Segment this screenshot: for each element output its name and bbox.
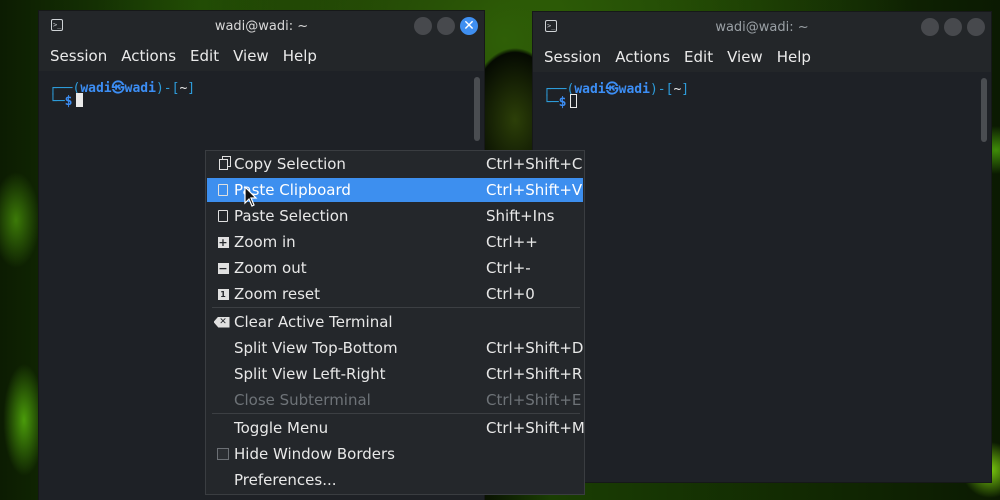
scrollbar[interactable] [474, 77, 480, 141]
terminal-app-icon[interactable]: >_ [545, 20, 557, 32]
menu-help[interactable]: Help [276, 42, 324, 70]
menu-bar: Session Actions Edit View Help [533, 43, 991, 71]
prompt-dir: ~ [673, 82, 682, 97]
prompt-symbol: $ [558, 95, 567, 110]
zoom-out-icon: − [217, 261, 229, 275]
prompt-host: wadi [618, 82, 650, 97]
menu-item-toggle-menu[interactable]: Toggle Menu Ctrl+Shift+M [207, 416, 585, 440]
mouse-pointer-icon [244, 185, 258, 207]
close-button[interactable] [967, 18, 985, 36]
terminal-app-icon[interactable]: >_ [51, 19, 63, 31]
text-cursor [570, 94, 578, 108]
close-button[interactable]: ✕ [460, 17, 478, 35]
paste-icon [218, 210, 228, 222]
menu-actions[interactable]: Actions [114, 42, 183, 70]
menu-help[interactable]: Help [770, 43, 818, 71]
prompt-user: wadi [574, 82, 606, 97]
menu-item-split-left-right[interactable]: Split View Left-Right Ctrl+Shift+R [207, 362, 583, 386]
prompt-line-2: └─$ [49, 93, 84, 109]
menu-edit[interactable]: Edit [183, 42, 226, 70]
maximize-button[interactable] [437, 17, 455, 35]
terminal-area[interactable]: ┌──(wadi㉿wadi)-[~] └─$ [533, 72, 991, 482]
menu-item-clear-active-terminal[interactable]: ✕ Clear Active Terminal [207, 310, 583, 334]
menu-item-paste-clipboard[interactable]: Paste Clipboard Ctrl+Shift+V [207, 178, 583, 202]
zoom-in-icon: + [217, 235, 229, 249]
window-title: wadi@wadi: ~ [214, 18, 309, 34]
scrollbar[interactable] [981, 78, 987, 142]
menu-actions[interactable]: Actions [608, 43, 677, 71]
menu-separator [212, 307, 580, 308]
title-bar[interactable]: >_ wadi@wadi: ~ ✕ [39, 11, 484, 41]
menu-bar: Session Actions Edit View Help [39, 42, 484, 70]
menu-separator [212, 413, 580, 414]
menu-item-close-subterminal: Close Subterminal Ctrl+Shift+E [234, 391, 582, 409]
menu-item-hide-window-borders[interactable]: Hide Window Borders [207, 442, 583, 466]
paste-icon [218, 184, 228, 196]
menu-view[interactable]: View [720, 43, 770, 71]
terminal-window-right[interactable]: >_ wadi@wadi: ~ Session Actions Edit Vie… [533, 12, 991, 482]
menu-session[interactable]: Session [43, 42, 114, 70]
prompt-symbol: $ [64, 94, 73, 109]
prompt-dir: ~ [179, 81, 188, 96]
maximize-button[interactable] [944, 18, 962, 36]
menu-edit[interactable]: Edit [677, 43, 720, 71]
prompt-line-2: └─$ [543, 94, 578, 110]
menu-item-zoom-reset[interactable]: 1 Zoom reset Ctrl+0 [207, 282, 583, 306]
prompt-user: wadi [80, 81, 112, 96]
menu-item-preferences[interactable]: Preferences... [207, 468, 583, 492]
menu-view[interactable]: View [226, 42, 276, 70]
menu-item-copy-selection[interactable]: Copy Selection Ctrl+Shift+C [207, 152, 583, 176]
copy-icon [218, 158, 228, 170]
checkbox-icon[interactable] [217, 448, 229, 460]
window-title: wadi@wadi: ~ [715, 19, 809, 35]
menu-item-zoom-out[interactable]: − Zoom out Ctrl+- [207, 256, 583, 280]
menu-item-paste-selection[interactable]: Paste Selection Shift+Ins [207, 204, 583, 228]
minimize-button[interactable] [921, 18, 939, 36]
context-menu: Copy Selection Ctrl+Shift+C Paste Clipbo… [205, 150, 585, 495]
menu-item-split-top-bottom[interactable]: Split View Top-Bottom Ctrl+Shift+D [207, 336, 583, 360]
zoom-reset-icon: 1 [217, 288, 229, 300]
text-cursor [76, 93, 84, 107]
menu-item-zoom-in[interactable]: + Zoom in Ctrl++ [207, 230, 583, 254]
minimize-button[interactable] [414, 17, 432, 35]
menu-session[interactable]: Session [537, 43, 608, 71]
prompt-host: wadi [124, 81, 156, 96]
clear-icon: ✕ [213, 316, 230, 328]
title-bar[interactable]: >_ wadi@wadi: ~ [533, 12, 991, 42]
